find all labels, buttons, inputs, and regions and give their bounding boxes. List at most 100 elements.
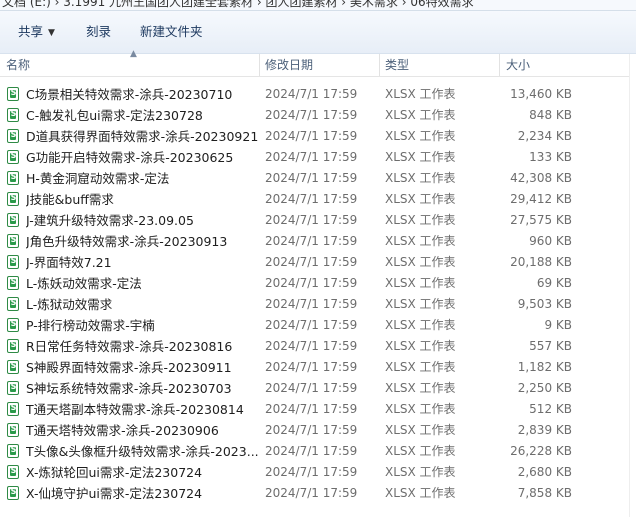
file-date: 2024/7/1 17:59 — [265, 339, 358, 353]
file-date: 2024/7/1 17:59 — [265, 150, 358, 164]
file-name: P-排行榜动效需求-宇楠 — [26, 318, 155, 333]
excel-file-icon — [7, 462, 19, 480]
file-type: XLSX 工作表 — [385, 150, 456, 164]
excel-file-icon — [7, 378, 19, 396]
file-name: H-黄金洞窟动效需求-定法 — [26, 171, 170, 186]
file-date: 2024/7/1 17:59 — [265, 171, 358, 185]
file-name: X-炼狱轮回ui需求-定法230724 — [26, 465, 203, 480]
file-size: 13,460 KB — [510, 87, 572, 101]
file-type: XLSX 工作表 — [385, 318, 456, 332]
file-date: 2024/7/1 17:59 — [265, 297, 358, 311]
file-type: XLSX 工作表 — [385, 465, 456, 479]
file-size: 42,308 KB — [510, 171, 572, 185]
share-button[interactable]: 共享 ▼ — [18, 23, 55, 41]
file-date: 2024/7/1 17:59 — [265, 465, 358, 479]
column-header-type[interactable]: 类型 — [385, 54, 495, 76]
column-divider[interactable] — [259, 54, 260, 76]
file-name: T头像&头像框升级特效需求-涂兵-2023... — [26, 444, 258, 459]
file-date: 2024/7/1 17:59 — [265, 129, 358, 143]
scrollbar[interactable] — [629, 54, 636, 517]
column-header-date[interactable]: 修改日期 — [265, 54, 375, 76]
chevron-down-icon: ▼ — [48, 28, 55, 38]
file-row[interactable]: J角色升级特效需求-涂兵-20230913 2024/7/1 17:59 XLSX … — [0, 231, 636, 252]
burn-button[interactable]: 刻录 — [86, 23, 111, 41]
file-type: XLSX 工作表 — [385, 486, 456, 500]
file-type: XLSX 工作表 — [385, 255, 456, 269]
file-row[interactable]: L-炼狱动效需求 2024/7/1 17:59 XLSX 工作表 9,503 KB — [0, 294, 636, 315]
file-row[interactable]: T头像&头像框升级特效需求-涂兵-2023... 2024/7/1 17:59 XL… — [0, 441, 636, 462]
file-name: J角色升级特效需求-涂兵-20230913 — [26, 234, 228, 249]
file-name: D道具获得界面特效需求-涂兵-20230921 — [26, 129, 258, 144]
excel-file-icon — [7, 210, 19, 228]
file-row[interactable]: G功能开启特效需求-涂兵-20230625 2024/7/1 17:59 XLSX … — [0, 147, 636, 168]
file-type: XLSX 工作表 — [385, 129, 456, 143]
file-size: 512 KB — [529, 402, 572, 416]
file-row[interactable]: C-触发礼包ui需求-定法230728 2024/7/1 17:59 XLSX 工作… — [0, 105, 636, 126]
file-size: 2,234 KB — [517, 129, 572, 143]
file-row[interactable]: J-建筑升级特效需求-23.09.05 2024/7/1 17:59 XLSX 工作… — [0, 210, 636, 231]
file-row[interactable]: T通天塔副本特效需求-涂兵-20230814 2024/7/1 17:59 XLSX… — [0, 399, 636, 420]
file-size: 2,250 KB — [517, 381, 572, 395]
file-size: 20,188 KB — [510, 255, 572, 269]
column-divider[interactable] — [499, 54, 500, 76]
new-folder-button[interactable]: 新建文件夹 — [140, 23, 203, 41]
excel-file-icon — [7, 189, 19, 207]
file-type: XLSX 工作表 — [385, 360, 456, 374]
file-row[interactable]: S神坛系统特效需求-涂兵-20230703 2024/7/1 17:59 XLSX … — [0, 378, 636, 399]
file-row[interactable]: J-界面特效7.21 2024/7/1 17:59 XLSX 工作表 20,188 K… — [0, 252, 636, 273]
column-header-size[interactable]: 大小 — [506, 54, 586, 76]
file-date: 2024/7/1 17:59 — [265, 318, 358, 332]
file-row[interactable]: C场景相关特效需求-涂兵-20230710 2024/7/1 17:59 XLSX … — [0, 84, 636, 105]
file-name: X-仙境守护ui需求-定法230724 — [26, 486, 203, 501]
file-name: C-触发礼包ui需求-定法230728 — [26, 108, 203, 123]
file-size: 69 KB — [536, 276, 572, 290]
column-divider[interactable] — [379, 54, 380, 76]
share-label: 共享 — [18, 24, 44, 39]
excel-file-icon — [7, 231, 19, 249]
file-row[interactable]: D道具获得界面特效需求-涂兵-20230921 2024/7/1 17:59 XLS… — [0, 126, 636, 147]
excel-file-icon — [7, 105, 19, 123]
column-header-name[interactable]: ▲ 名称 — [6, 49, 256, 76]
file-name: T通天塔特效需求-涂兵-20230906 — [26, 423, 219, 438]
address-bar[interactable]: 文档 (E:) › 3.1991 九州王国团人团建全套素材 › 团人团建素材 ›… — [0, 0, 636, 11]
file-row[interactable]: P-排行榜动效需求-宇楠 2024/7/1 17:59 XLSX 工作表 9 KB — [0, 315, 636, 336]
file-date: 2024/7/1 17:59 — [265, 234, 358, 248]
file-name: C场景相关特效需求-涂兵-20230710 — [26, 87, 233, 102]
file-date: 2024/7/1 17:59 — [265, 192, 358, 206]
file-size: 2,680 KB — [517, 465, 572, 479]
file-date: 2024/7/1 17:59 — [265, 108, 358, 122]
file-row[interactable]: T通天塔特效需求-涂兵-20230906 2024/7/1 17:59 XLSX 工… — [0, 420, 636, 441]
file-size: 2,839 KB — [517, 423, 572, 437]
file-type: XLSX 工作表 — [385, 423, 456, 437]
file-row[interactable]: X-仙境守护ui需求-定法230724 2024/7/1 17:59 XLSX 工作… — [0, 483, 636, 504]
file-size: 960 KB — [529, 234, 572, 248]
file-size: 133 KB — [529, 150, 572, 164]
file-row[interactable]: J技能&buff需求 2024/7/1 17:59 XLSX 工作表 29,412 K… — [0, 189, 636, 210]
file-type: XLSX 工作表 — [385, 276, 456, 290]
file-name: L-炼狱动效需求 — [26, 297, 113, 312]
file-type: XLSX 工作表 — [385, 192, 456, 206]
file-date: 2024/7/1 17:59 — [265, 276, 358, 290]
excel-file-icon — [7, 399, 19, 417]
address-path: 文档 (E:) › 3.1991 九州王国团人团建全套素材 › 团人团建素材 ›… — [2, 0, 474, 9]
file-row[interactable]: R日常任务特效需求-涂兵-20230816 2024/7/1 17:59 XLSX … — [0, 336, 636, 357]
excel-file-icon — [7, 483, 19, 501]
file-row[interactable]: H-黄金洞窟动效需求-定法 2024/7/1 17:59 XLSX 工作表 42,30… — [0, 168, 636, 189]
file-name: S神坛系统特效需求-涂兵-20230703 — [26, 381, 232, 396]
file-size: 29,412 KB — [510, 192, 572, 206]
file-date: 2024/7/1 17:59 — [265, 444, 358, 458]
burn-label: 刻录 — [86, 24, 112, 39]
file-size: 7,858 KB — [517, 486, 572, 500]
file-size: 9 KB — [544, 318, 572, 332]
excel-file-icon — [7, 252, 19, 270]
file-type: XLSX 工作表 — [385, 108, 456, 122]
excel-file-icon — [7, 168, 19, 186]
file-row[interactable]: L-炼妖动效需求-定法 2024/7/1 17:59 XLSX 工作表 69 KB — [0, 273, 636, 294]
column-header-bar: ▲ 名称 修改日期 类型 大小 — [0, 49, 636, 77]
file-row[interactable]: S神殿界面特效需求-涂兵-20230911 2024/7/1 17:59 XLSX … — [0, 357, 636, 378]
file-row[interactable]: X-炼狱轮回ui需求-定法230724 2024/7/1 17:59 XLSX 工作… — [0, 462, 636, 483]
file-size: 9,503 KB — [517, 297, 572, 311]
file-date: 2024/7/1 17:59 — [265, 381, 358, 395]
file-name: L-炼妖动效需求-定法 — [26, 276, 142, 291]
excel-file-icon — [7, 336, 19, 354]
